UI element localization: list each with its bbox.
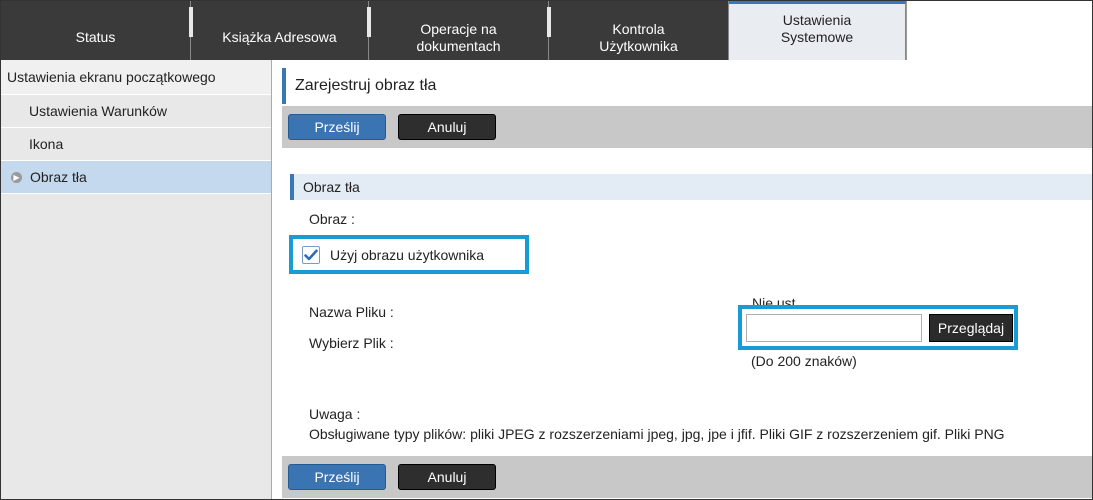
cancel-button[interactable]: Anuluj [398, 114, 496, 140]
tab-label-line: dokumentach [416, 37, 501, 54]
sidebar: Ustawienia ekranu początkowego Ustawieni… [1, 60, 272, 499]
image-label: Obraz : [309, 211, 355, 227]
sidebar-item-label: Ikona [29, 136, 64, 152]
use-user-image-label: Użyj obrazu użytkownika [330, 246, 485, 263]
sidebar-item-condition-settings[interactable]: Ustawienia Warunków [1, 95, 271, 128]
file-name-value: Nie ust [752, 296, 796, 305]
sidebar-item-label: Obraz tła [30, 169, 87, 185]
section-header: Obraz tła [290, 174, 1092, 200]
cancel-button-bottom[interactable]: Anuluj [398, 464, 496, 490]
top-button-bar: Prześlij Anuluj [282, 106, 1092, 148]
sidebar-item-icon[interactable]: Ikona [1, 128, 271, 161]
submit-button[interactable]: Prześlij [288, 114, 386, 140]
tab-bar-filler [906, 1, 1092, 60]
note-text: Obsługiwane typy plików: pliki JPEG z ro… [309, 426, 1005, 442]
sidebar-item-label: Ustawienia ekranu początkowego [7, 69, 216, 85]
file-path-input[interactable] [746, 314, 922, 342]
tab-address-book[interactable]: Książka Adresowa [189, 1, 369, 60]
section-title: Obraz tła [303, 179, 360, 195]
tab-label-line: Operacje na [420, 20, 497, 37]
sidebar-item-label: Ustawienia Warunków [29, 103, 167, 119]
tab-document-operations[interactable]: Operacje na dokumentach [367, 1, 549, 60]
app-frame: Status Książka Adresowa Operacje na doku… [0, 0, 1093, 500]
tab-label-line: Ustawienia [782, 12, 852, 28]
main-tab-bar: Status Książka Adresowa Operacje na doku… [1, 1, 1092, 60]
tab-label: Książka Adresowa [222, 29, 337, 45]
tab-status[interactable]: Status [1, 1, 191, 60]
main-content: Zarejestruj obraz tła Prześlij Anuluj Ob… [282, 60, 1092, 499]
tab-label: Status [75, 29, 116, 45]
use-user-image-option[interactable]: Użyj obrazu użytkownika [289, 235, 529, 274]
page-title: Zarejestruj obraz tła [282, 68, 1092, 104]
tab-system-settings[interactable]: Ustawienia Systemowe [729, 1, 906, 60]
checkmark-icon [304, 249, 318, 260]
bottom-button-bar: Prześlij Anuluj [282, 456, 1092, 498]
note-label: Uwaga : [309, 406, 361, 422]
use-user-image-checkbox[interactable] [302, 245, 320, 264]
chevron-right-icon: ▶ [11, 171, 22, 183]
browse-button[interactable]: Przeglądaj [929, 314, 1013, 342]
file-name-label: Nazwa Pliku : [309, 304, 394, 320]
sidebar-item-home-screen-settings[interactable]: Ustawienia ekranu początkowego [1, 60, 271, 95]
sidebar-item-background-image[interactable]: ▶ Obraz tła [1, 161, 271, 194]
submit-button-bottom[interactable]: Prześlij [288, 464, 386, 490]
file-chooser: Przeglądaj [738, 305, 1018, 350]
tab-label-line: Systemowe [780, 29, 854, 45]
choose-file-label: Wybierz Plik : [309, 335, 394, 351]
page-title-text: Zarejestruj obraz tła [295, 77, 437, 94]
file-hint: (Do 200 znaków) [751, 353, 857, 369]
tab-label-line: Kontrola [612, 20, 665, 37]
tab-label-line: Użytkownika [599, 37, 678, 54]
tab-user-control[interactable]: Kontrola Użytkownika [547, 1, 729, 60]
